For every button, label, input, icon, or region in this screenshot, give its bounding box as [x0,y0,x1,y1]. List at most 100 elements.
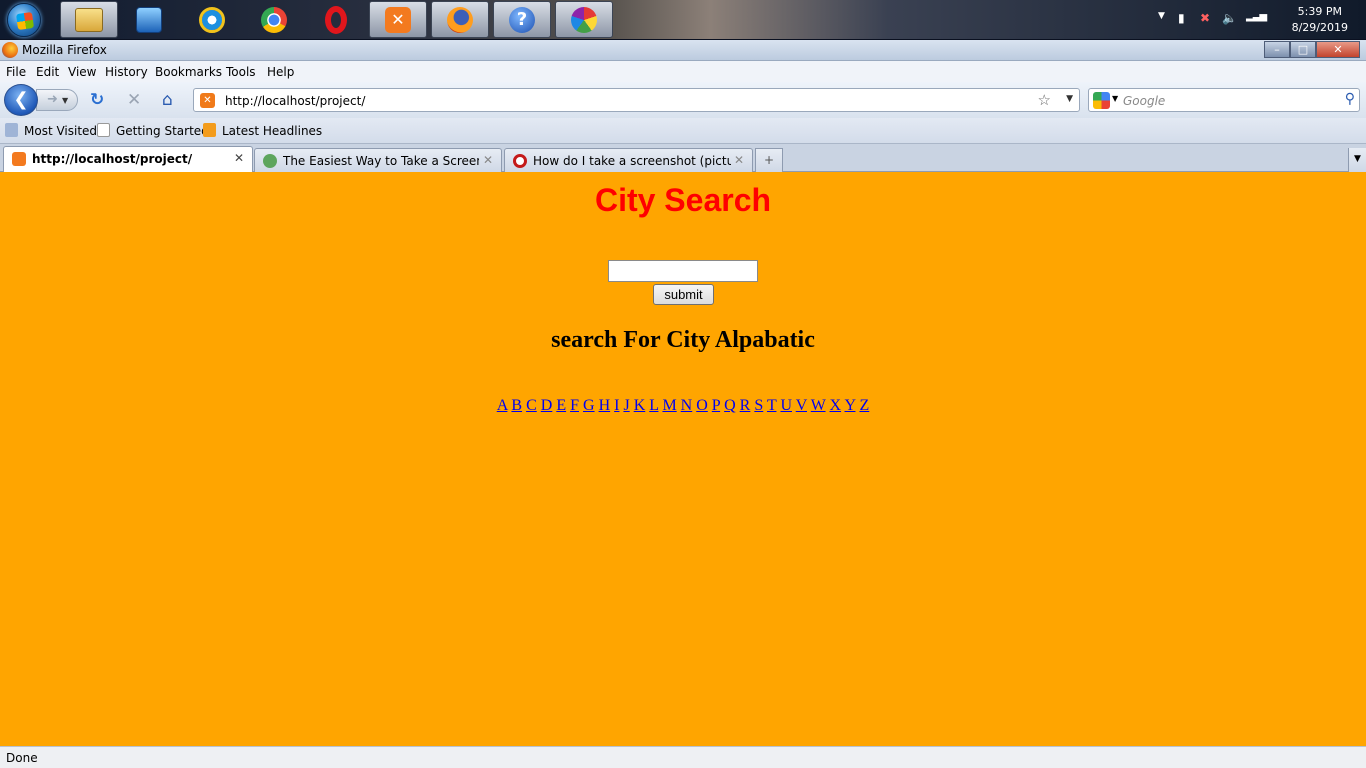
bookmark-label: Getting Started [116,124,209,138]
safely-remove-hardware-icon[interactable]: ▮ [1178,11,1185,25]
minimize-button[interactable]: – [1264,41,1290,58]
back-button[interactable]: ❮ [4,84,38,116]
letter-link-v[interactable]: V [796,397,807,414]
letter-link-p[interactable]: P [712,397,720,414]
letter-link-b[interactable]: B [511,397,522,414]
taskbar-internet-explorer[interactable] [183,1,241,38]
letter-link-r[interactable]: R [740,397,751,414]
url-dropdown-icon[interactable]: ▼ [1066,94,1073,104]
letter-link-e[interactable]: E [556,397,566,414]
clock[interactable]: 5:39 PM 8/29/2019 [1292,4,1348,36]
letter-link-k[interactable]: K [634,397,646,414]
taskbar-opera[interactable] [307,1,365,38]
bookmark-star-icon[interactable]: ☆ [1038,91,1051,109]
letter-link-m[interactable]: M [662,397,676,414]
clock-time: 5:39 PM [1297,5,1342,18]
menu-edit[interactable]: Edit [36,65,59,79]
taskbar-help[interactable]: ? [493,1,551,38]
close-button[interactable]: ✕ [1316,41,1360,58]
letter-link-w[interactable]: W [811,397,826,414]
volume-icon[interactable]: 🔈 [1222,11,1237,25]
windows-explorer-icon [75,7,103,32]
plus-icon: + [763,153,775,167]
new-tab-button[interactable]: + [755,148,783,172]
opera-favicon-icon [513,154,527,168]
letter-link-i[interactable]: I [614,397,619,414]
letter-link-h[interactable]: H [599,397,611,414]
bookmark-getting-started[interactable]: Getting Started [97,123,209,138]
tab-localhost-project[interactable]: http://localhost/project/ ✕ [3,146,253,173]
site-favicon-icon [263,154,277,168]
taskbar-chrome[interactable] [245,1,303,38]
taskbar-media-player[interactable] [120,1,178,38]
letter-link-l[interactable]: L [649,397,658,414]
paint-icon [571,6,597,33]
url-bar[interactable]: ✕ http://localhost/project/ ☆ ▼ [193,88,1080,112]
taskbar-paint[interactable] [555,1,613,38]
menu-help[interactable]: Help [267,65,294,79]
search-bar[interactable]: ▼ Google ⚲ [1088,88,1360,112]
taskbar-explorer[interactable] [60,1,118,38]
letter-link-d[interactable]: D [541,397,553,414]
maximize-button[interactable]: □ [1290,41,1316,58]
media-player-icon [136,6,162,33]
most-visited-icon [5,123,18,137]
stop-icon[interactable]: ✕ [127,91,141,109]
letter-link-f[interactable]: F [570,397,579,414]
show-hidden-icons-icon[interactable]: ▼ [1158,11,1165,21]
letter-link-n[interactable]: N [681,397,693,414]
bookmark-latest-headlines[interactable]: Latest Headlines [203,123,322,138]
tab-how-take-screenshot[interactable]: How do I take a screenshot (picture ... … [504,148,753,172]
letter-link-o[interactable]: O [696,397,708,414]
start-button[interactable] [4,2,44,38]
url-text[interactable]: http://localhost/project/ [225,94,365,108]
letter-link-c[interactable]: C [526,397,537,414]
forward-button[interactable]: ➜ ▼ [36,89,78,111]
bookmarks-toolbar: Most Visited Getting Started Latest Head… [0,118,1366,144]
letter-link-a[interactable]: A [497,397,508,414]
letter-link-g[interactable]: G [583,397,595,414]
tab-label: How do I take a screenshot (picture ... [533,154,731,168]
tab-close-icon[interactable]: ✕ [483,153,493,167]
system-tray: ▼ ▮ ✖ 🔈 ▂▃▅ 5:39 PM 8/29/2019 [1156,0,1366,40]
search-icon[interactable]: ⚲ [1345,91,1355,107]
signal-strength-icon[interactable]: ▂▃▅ [1246,11,1267,22]
menu-history[interactable]: History [105,65,148,79]
page-icon [97,123,110,137]
letter-link-u[interactable]: U [780,397,792,414]
tab-close-icon[interactable]: ✕ [734,153,744,167]
window-title: Mozilla Firefox [22,43,107,57]
chevron-down-icon: ▼ [1354,154,1361,164]
letter-link-t[interactable]: T [767,397,776,414]
firefox-icon [447,6,473,33]
menu-bookmarks[interactable]: Bookmarks [155,65,222,79]
menu-tools[interactable]: Tools [226,65,256,79]
bookmark-label: Latest Headlines [222,124,323,138]
site-favicon-icon: ✕ [200,93,215,108]
network-error-icon[interactable]: ✖ [1200,11,1210,25]
bookmark-most-visited[interactable]: Most Visited [5,123,97,138]
history-dropdown-icon[interactable]: ▼ [62,96,68,105]
submit-button[interactable]: submit [653,284,714,305]
taskbar-firefox[interactable] [431,1,489,38]
letter-link-s[interactable]: S [754,397,763,414]
search-engine-dropdown-icon[interactable]: ▼ [1112,94,1118,103]
tab-easiest-way-screenshot[interactable]: The Easiest Way to Take a Screensh... ✕ [254,148,502,172]
navigation-toolbar: ➜ ▼ ❮ ↻ ✕ ⌂ ✕ http://localhost/project/ … [0,82,1366,118]
letter-link-y[interactable]: Y [845,397,856,414]
reload-icon[interactable]: ↻ [90,91,104,109]
tab-close-icon[interactable]: ✕ [234,151,244,165]
city-search-input[interactable] [608,260,758,282]
alphabet-links: A B C D E F G H I J K L M N O P Q R S T … [0,397,1366,415]
letter-link-q[interactable]: Q [724,397,736,414]
home-icon[interactable]: ⌂ [162,91,173,109]
list-all-tabs-button[interactable]: ▼ [1348,148,1366,172]
letter-link-x[interactable]: X [830,397,842,414]
taskbar-xampp[interactable]: ✕ [369,1,427,38]
menu-file[interactable]: File [6,65,26,79]
google-icon[interactable] [1093,92,1110,109]
windows-logo-icon [7,3,41,37]
letter-link-z[interactable]: Z [859,397,869,414]
letter-link-j[interactable]: J [623,397,629,414]
menu-view[interactable]: View [68,65,96,79]
